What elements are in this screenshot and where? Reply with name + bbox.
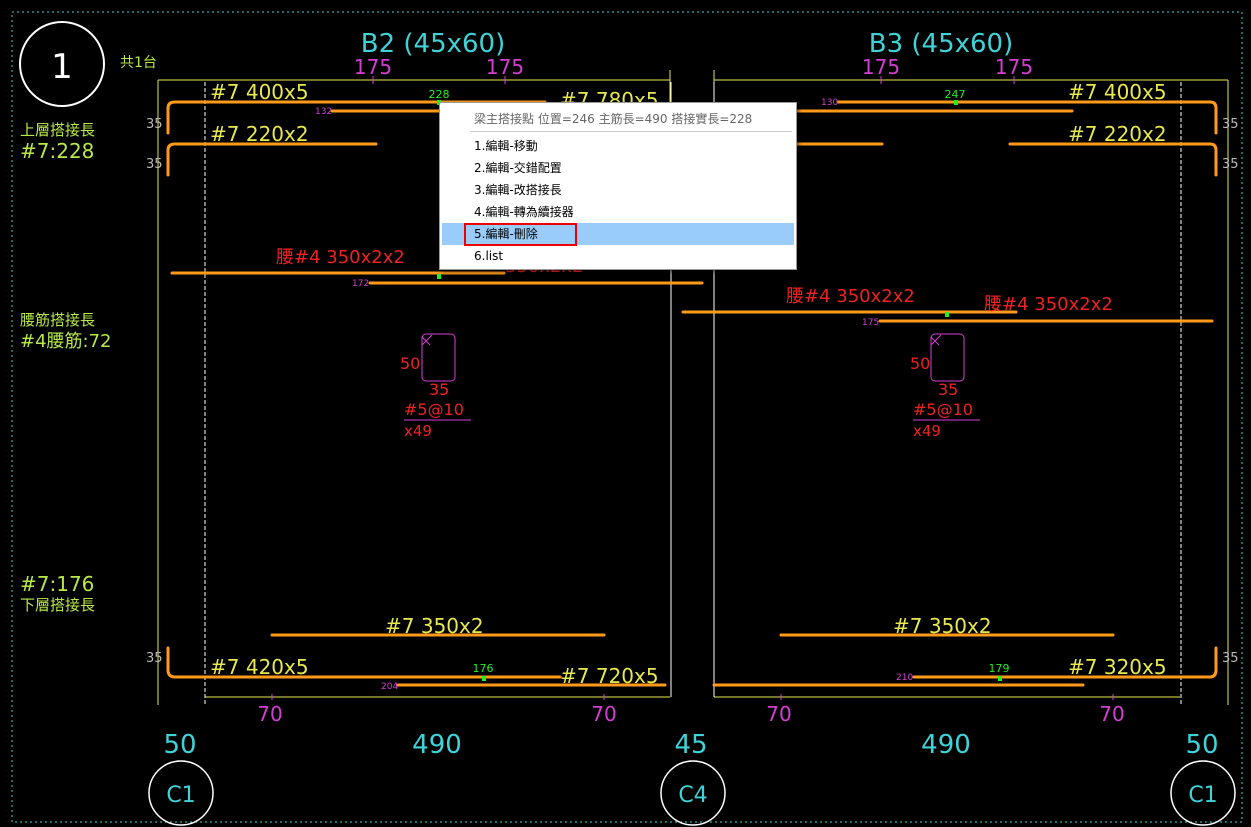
menu-item-to-coupler[interactable]: 4.編輯-轉為續接器 [442,201,794,223]
b2-top-splice: 228 [429,88,450,101]
top-splice-label: 上層搭接長 [20,121,95,139]
hook-b3-bottom: 35 [1222,651,1239,666]
b3-waist-tag: 175 [862,318,879,328]
hook-b2-top: 35 [146,117,163,132]
b3-top-splice: 247 [945,88,966,101]
stirrup-shapes [421,333,965,382]
b2-top-bar1[interactable]: #7 400x5 [210,80,309,104]
b3-waist-bar[interactable]: 腰#4 350x2x2 [786,286,915,307]
b2-bottom-tag: 204 [381,682,398,692]
highlight-box [464,223,577,246]
b2-bottom-splice: 176 [473,662,494,675]
waist-splice-label: 腰筋搭接長 [20,311,95,329]
b2-bottom-mid-bar[interactable]: #7 350x2 [385,614,484,638]
b2-stirrup-width: 35 [429,380,449,399]
menu-item-label: 3.編輯-改搭接長 [474,183,562,197]
menu-item-label: 2.編輯-交錯配置 [474,161,562,175]
menu-item-label: 1.編輯-移動 [474,139,538,153]
waist-splice-value: #4腰筋:72 [20,331,112,352]
bottom-splice-value: #7:176 [20,572,94,596]
column-c1-right: C1 [1188,783,1217,808]
b3-stirrup-hook: 50 [910,354,930,373]
dim-bot-b2-right: 70 [591,702,616,726]
b3-top-bar1[interactable]: #7 400x5 [1068,80,1167,104]
menu-item-delete[interactable]: 5.編輯-刪除 [442,223,794,246]
b2-waist-bar[interactable]: 腰#4 350x2x2 [276,247,405,268]
support-width-right: 50 [1185,730,1218,760]
b2-bottom-bar1[interactable]: #7 420x5 [210,655,309,679]
menu-item-move[interactable]: 1.編輯-移動 [442,135,794,157]
b3-stirrup-count: x49 [913,422,941,440]
hook-b2-mid: 35 [146,157,163,172]
dim-bot-b2-left: 70 [257,702,282,726]
menu-item-list[interactable]: 6.list [442,245,794,267]
b2-top-bar3[interactable]: #7 220x2 [210,122,309,146]
dim-bot-b3-left: 70 [766,702,791,726]
column-c4: C4 [678,783,707,808]
b3-bottom-bar1[interactable]: #7 320x5 [1068,655,1167,679]
b3-stirrup-width: 35 [938,380,958,399]
b3-bottom-tag: 210 [896,673,913,683]
b2-stirrup-spec[interactable]: #5@10 [404,400,464,419]
b3-stirrup-spec[interactable]: #5@10 [913,400,973,419]
b2-stirrup-count: x49 [404,422,432,440]
menu-item-change-splice[interactable]: 3.編輯-改搭接長 [442,179,794,201]
column-c1-left: C1 [166,783,195,808]
support-width-left: 50 [163,730,196,760]
b2-stirrup-hook: 50 [400,354,420,373]
hook-b3-mid: 35 [1222,157,1239,172]
hook-b2-bottom: 35 [146,651,163,666]
dim-top-b3-right: 175 [995,55,1033,79]
dim-bot-b3-right: 70 [1099,702,1124,726]
grid-mark: 1 [51,47,73,87]
b3-bottom-mid-bar[interactable]: #7 350x2 [893,614,992,638]
span-b3: 490 [921,730,971,760]
context-menu-separator [470,131,792,132]
count-label: 共1台 [120,55,157,71]
dim-top-b3-left: 175 [862,55,900,79]
b2-bottom-bar2[interactable]: #7 720x5 [560,664,659,688]
top-splice-value: #7:228 [20,139,94,163]
bottom-splice-label: 下層搭接長 [20,596,95,614]
span-b2: 490 [412,730,462,760]
menu-item-stagger[interactable]: 2.編輯-交錯配置 [442,157,794,179]
menu-item-label: 4.編輯-轉為續接器 [474,205,574,219]
dim-top-b2-right: 175 [486,55,524,79]
context-menu-header: 梁主搭接點 位置=246 主筋長=490 搭接實長=228 [474,112,753,126]
menu-item-label: 6.list [474,249,504,263]
b3-top-bar3[interactable]: #7 220x2 [1068,122,1167,146]
support-width-mid: 45 [674,730,707,760]
b3-bottom-splice: 179 [989,662,1010,675]
hook-b3-top: 35 [1222,117,1239,132]
b3-waist-bar2[interactable]: 腰#4 350x2x2 [984,294,1113,315]
dim-top-b2-left: 175 [354,55,392,79]
context-menu[interactable]: 梁主搭接點 位置=246 主筋長=490 搭接實長=228 1.編輯-移動 2.… [439,102,797,270]
b2-top-tag: 132 [315,107,332,117]
b2-waist-tag: 172 [352,279,369,289]
b3-top-tag: 130 [821,98,838,108]
